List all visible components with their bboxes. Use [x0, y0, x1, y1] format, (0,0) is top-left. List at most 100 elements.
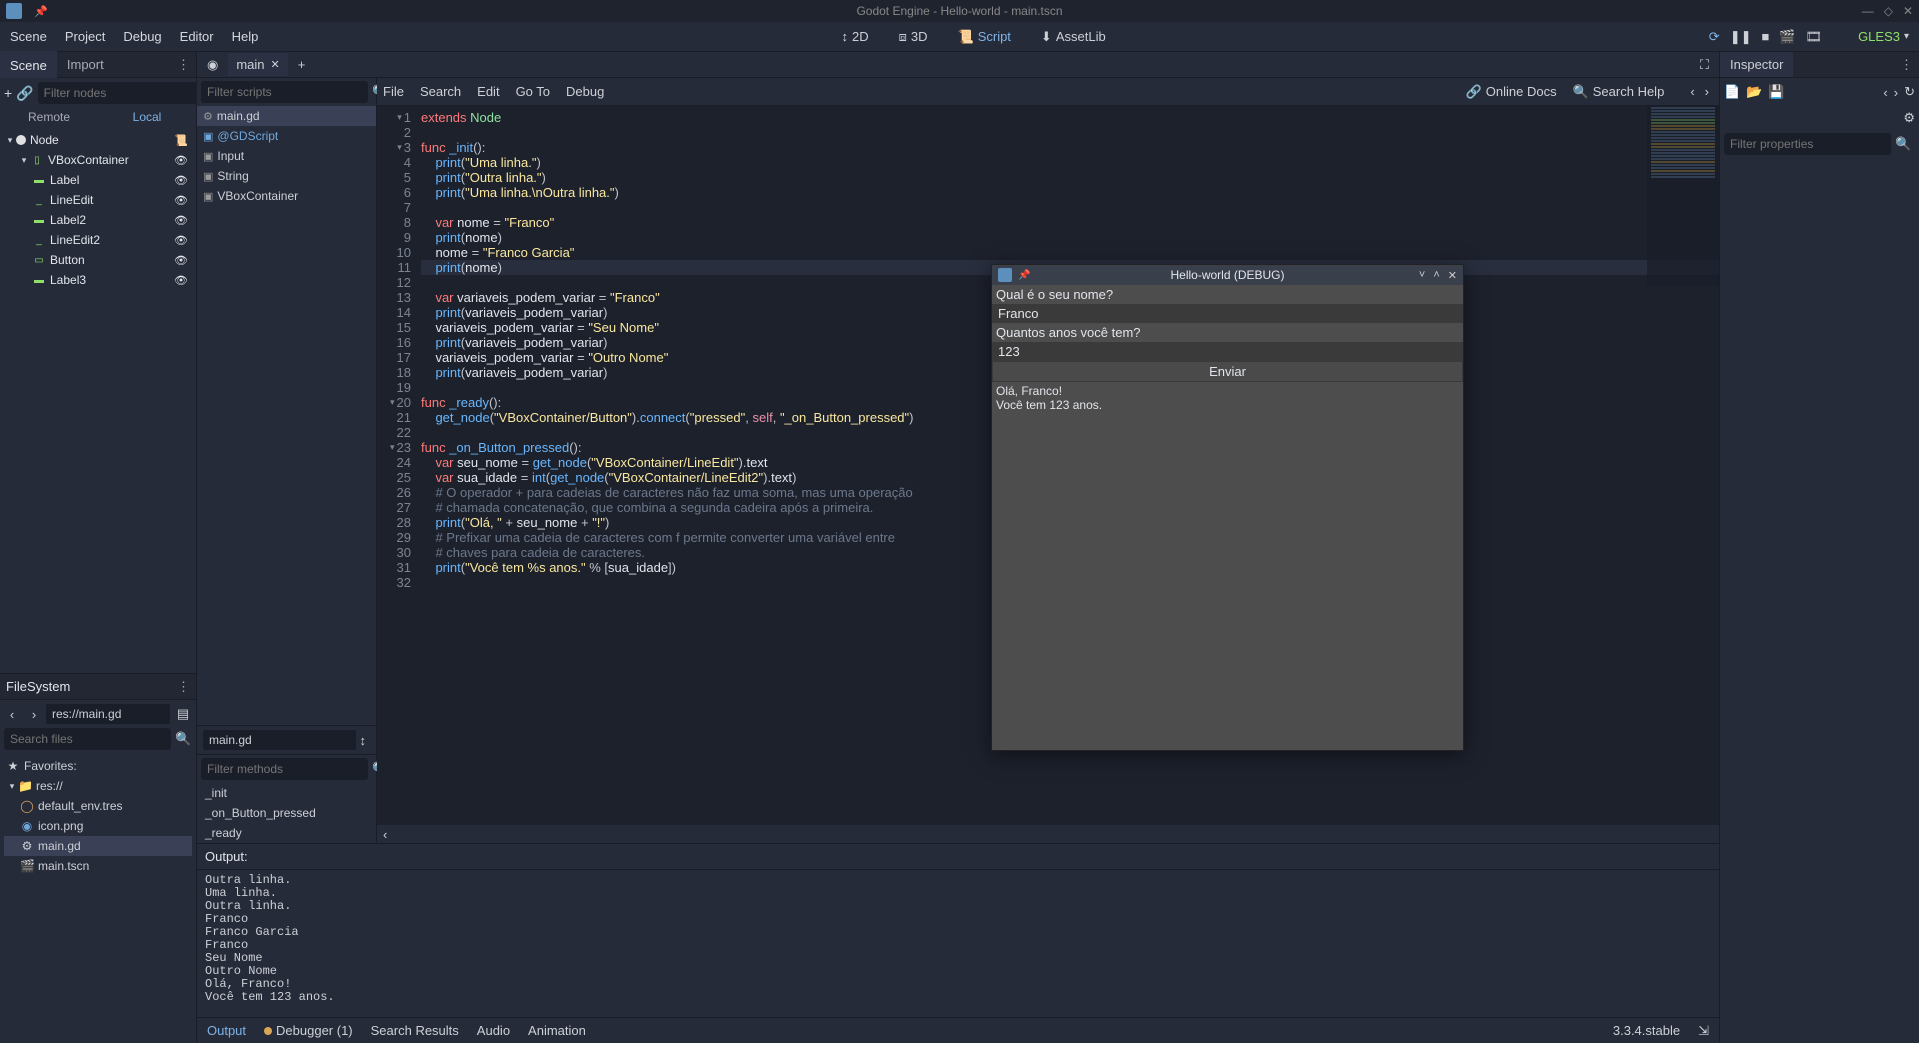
toggle-bottom-panel-button[interactable]: ⇲ [1698, 1023, 1709, 1039]
search-help-button[interactable]: 🔍Search Help [1573, 84, 1665, 100]
script-item-gdscript[interactable]: ▣@GDScript [197, 126, 376, 146]
close-button[interactable]: ✕ [1448, 269, 1457, 282]
viewport-2d-button[interactable]: ↕2D [835, 25, 874, 48]
menu-project[interactable]: Project [65, 29, 105, 44]
script-item-main-gd[interactable]: ⚙main.gd [197, 106, 376, 126]
filter-properties-input[interactable] [1724, 133, 1891, 155]
viewport-3d-button[interactable]: ⧈3D [893, 25, 934, 49]
menu-scene[interactable]: Scene [10, 29, 47, 44]
sort-methods-button[interactable]: ↕ [356, 733, 371, 748]
debug-window-titlebar[interactable]: 📌 Hello-world (DEBUG) ˅ ˄ ✕ [992, 265, 1463, 285]
pin-icon[interactable]: 📌 [34, 5, 48, 18]
file-default-env[interactable]: ◯default_env.tres [4, 796, 192, 816]
object-properties-button[interactable]: ⚙ [1903, 110, 1915, 126]
split-view-button[interactable]: ▤ [172, 706, 194, 722]
new-resource-button[interactable]: 📄 [1724, 84, 1740, 100]
menu-help[interactable]: Help [232, 29, 259, 44]
menu-editor[interactable]: Editor [180, 29, 214, 44]
remote-scene-tab[interactable]: Remote [0, 108, 98, 128]
script-menu-edit[interactable]: Edit [477, 84, 499, 99]
history-forward-button[interactable]: › [1894, 85, 1898, 100]
minimize-button[interactable]: — [1862, 4, 1874, 18]
tree-node-lineedit[interactable]: _ LineEdit 👁 [2, 190, 194, 210]
script-menu-file[interactable]: File [383, 84, 404, 99]
viewport-script-button[interactable]: 📜Script [952, 25, 1017, 49]
import-dock-tab[interactable]: Import [57, 52, 114, 77]
expand-icon[interactable]: ▾ [6, 781, 18, 792]
history-back-button[interactable]: ‹ [1883, 85, 1887, 100]
game-input-age[interactable]: 123 [992, 342, 1463, 361]
visibility-icon[interactable]: 👁 [170, 274, 192, 287]
script-menu-search[interactable]: Search [420, 84, 461, 99]
instance-scene-button[interactable]: 🔗 [16, 82, 33, 104]
pin-icon[interactable]: 📌 [1018, 270, 1030, 281]
file-main-tscn[interactable]: 🎬main.tscn [4, 856, 192, 876]
dock-options-button[interactable]: ⋮ [1894, 57, 1919, 73]
scene-tab-main[interactable]: main ✕ [228, 53, 287, 76]
script-item-input[interactable]: ▣Input [197, 146, 376, 166]
tree-node-vbox[interactable]: ▾ ▯ VBoxContainer 👁 [2, 150, 194, 170]
filesystem-options-button[interactable]: ⋮ [177, 679, 190, 695]
history-forward-button[interactable]: › [1701, 84, 1713, 99]
distraction-free-button[interactable]: ⛶ [1694, 57, 1715, 73]
viewport-assetlib-button[interactable]: ⬇AssetLib [1035, 25, 1112, 49]
visibility-icon[interactable]: 👁 [170, 234, 192, 247]
play-custom-scene-button[interactable]: 🎞 [1806, 29, 1823, 45]
maximize-button[interactable]: ˄ [1433, 269, 1439, 282]
bottom-tab-output[interactable]: Output [207, 1023, 246, 1038]
script-menu-debug[interactable]: Debug [566, 84, 604, 99]
search-icon[interactable]: 🔍 [171, 731, 195, 747]
script-item-string[interactable]: ▣String [197, 166, 376, 186]
favorites-header[interactable]: ★Favorites: [4, 756, 192, 776]
bottom-tab-audio[interactable]: Audio [477, 1023, 510, 1038]
tree-node-label3[interactable]: ▬ Label3 👁 [2, 270, 194, 290]
visibility-icon[interactable]: 👁 [170, 194, 192, 207]
local-scene-tab[interactable]: Local [98, 108, 196, 128]
script-item-vbox[interactable]: ▣VBoxContainer [197, 186, 376, 206]
history-back-button[interactable]: ‹ [1686, 84, 1698, 99]
pause-button[interactable]: ❚❚ [1730, 29, 1752, 45]
inspector-dock-tab[interactable]: Inspector [1720, 52, 1793, 77]
play-button[interactable]: ⟳ [1709, 29, 1720, 45]
dock-options-button[interactable]: ⋮ [171, 57, 196, 73]
history-button[interactable]: ↻ [1904, 84, 1915, 100]
tree-node-label[interactable]: ▬ Label 👁 [2, 170, 194, 190]
version-label[interactable]: 3.3.4.stable [1613, 1023, 1680, 1038]
method-init[interactable]: _init [197, 783, 376, 803]
add-node-button[interactable]: + [4, 82, 12, 104]
file-icon-png[interactable]: ◉icon.png [4, 816, 192, 836]
file-main-gd[interactable]: ⚙main.gd [4, 836, 192, 856]
search-icon[interactable]: 🔍 [1891, 136, 1915, 152]
scene-dock-tab[interactable]: Scene [0, 51, 57, 78]
bottom-tab-debugger[interactable]: Debugger (1) [264, 1023, 353, 1038]
visibility-icon[interactable]: 👁 [170, 154, 192, 167]
scene-filter-input[interactable] [38, 82, 205, 104]
game-input-name[interactable]: Franco [992, 304, 1463, 323]
debug-game-window[interactable]: 📌 Hello-world (DEBUG) ˅ ˄ ✕ Qual é o seu… [991, 264, 1464, 751]
tree-node-lineedit2[interactable]: _ LineEdit2 👁 [2, 230, 194, 250]
visibility-icon[interactable]: 👁 [170, 174, 192, 187]
method-ready[interactable]: _ready [197, 823, 376, 843]
visibility-icon[interactable]: 👁 [170, 214, 192, 227]
filesystem-search-input[interactable] [4, 728, 171, 750]
output-body[interactable]: Outra linha. Uma linha. Outra linha. Fra… [197, 870, 1719, 1017]
nav-forward-button[interactable]: › [24, 707, 44, 722]
expand-icon[interactable]: ▾ [18, 155, 30, 166]
menu-debug[interactable]: Debug [123, 29, 161, 44]
hide-panel-button[interactable]: ‹ [377, 825, 1719, 843]
maximize-button[interactable]: ◇ [1884, 4, 1893, 18]
close-tab-icon[interactable]: ✕ [271, 58, 280, 71]
nav-back-button[interactable]: ‹ [2, 707, 22, 722]
load-resource-button[interactable]: 📂 [1746, 84, 1762, 100]
minimize-button[interactable]: ˅ [1419, 269, 1425, 282]
visibility-icon[interactable]: 👁 [170, 254, 192, 267]
stop-button[interactable]: ■ [1762, 29, 1770, 44]
scene-tab-list-button[interactable]: ◉ [201, 57, 224, 73]
method-on-button-pressed[interactable]: _on_Button_pressed [197, 803, 376, 823]
renderer-selector[interactable]: GLES3 ▾ [1858, 29, 1909, 44]
open-script-icon[interactable]: 📜 [170, 134, 192, 147]
filter-scripts-input[interactable] [201, 81, 368, 103]
add-scene-tab-button[interactable]: + [298, 57, 306, 72]
online-docs-button[interactable]: 🔗Online Docs [1466, 84, 1557, 100]
tree-node-label2[interactable]: ▬ Label2 👁 [2, 210, 194, 230]
